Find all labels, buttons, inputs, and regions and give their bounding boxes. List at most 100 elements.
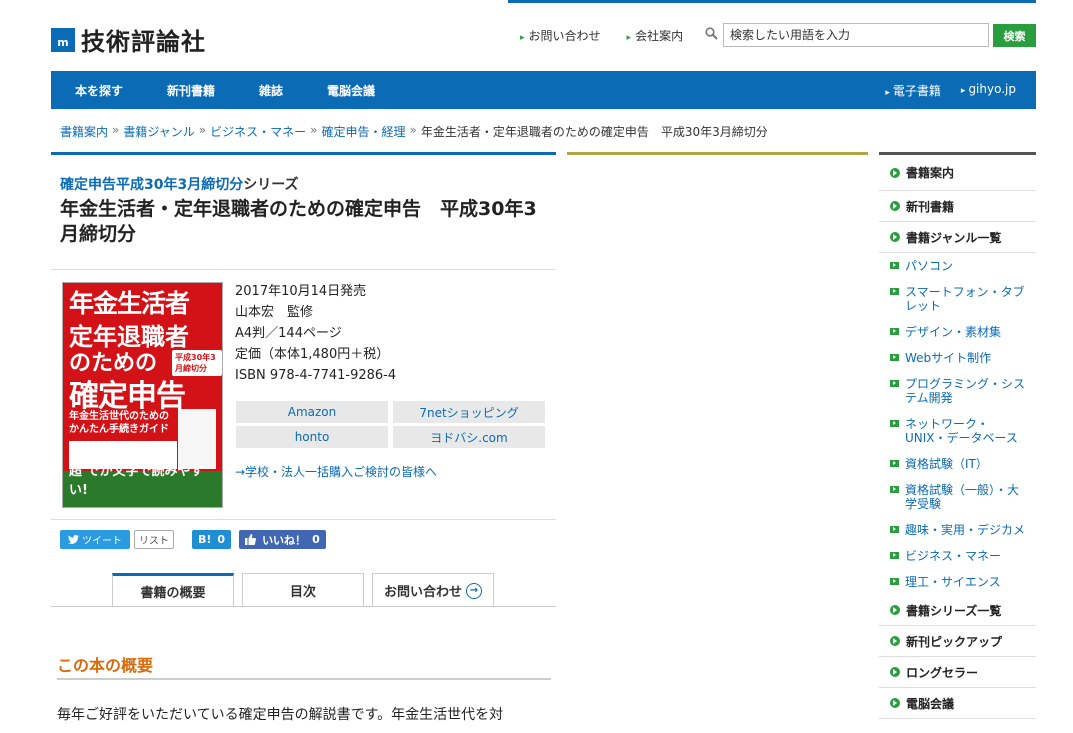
sidebar-item-label: 趣味・実用・デジカメ [905,523,1026,537]
arrow-circle-icon [890,232,900,242]
buy-yodobashi[interactable]: ヨドバシ.com [393,426,545,448]
logo-text: 技術評論社 [81,28,206,56]
sidebar-heading[interactable]: 電脳会議 [879,688,1036,719]
arrow-square-icon [890,354,899,361]
hatena-icon: B! [198,533,212,546]
arrow-square-icon [890,380,899,387]
buy-amazon[interactable]: Amazon [236,401,388,423]
nav-right: 電子書籍 gihyo.jp [885,82,1036,99]
breadcrumb: 書籍案内 » 書籍ジャンル » ビジネス・マネー » 確定申告・経理 » 年金生… [60,123,768,140]
sidebar-genre-item[interactable]: デザイン・素材集 [879,319,1036,345]
book-title: 年金生活者・定年退職者のための確定申告 平成30年3月締切分 [60,198,537,245]
sidebar-heading[interactable]: 書籍シリーズ一覧 [879,595,1036,626]
facebook-like-button[interactable]: いいね！ 0 [239,530,326,549]
sidebar-item-label: 電脳会議 [906,696,955,711]
series-suffix: シリーズ [243,177,299,193]
sidebar-heading[interactable]: 新刊書籍 [879,191,1036,222]
nav-dennou-kaigi[interactable]: 電脳会議 [303,82,395,99]
main-top-line [51,152,556,155]
tab-overview[interactable]: 書籍の概要 [112,573,234,607]
buy-7net[interactable]: 7netショッピング [393,401,545,423]
search-button[interactable]: 検索 [993,24,1036,47]
tweet-button[interactable]: ツイート [60,530,130,549]
format: A4判／144ページ [235,326,342,341]
tab-contact[interactable]: お問い合わせ → [372,573,494,607]
price: 定価（本体1,480円＋税） [235,347,390,362]
cover-line: 確定申告 [69,379,186,414]
hatena-bookmark-button[interactable]: B! 0 [192,530,232,549]
sidebar-genre-item[interactable]: 理工・サイエンス [879,569,1036,595]
divider [51,519,556,520]
search-input[interactable] [723,23,989,47]
mid-top-line [567,152,868,155]
nav-ebooks[interactable]: 電子書籍 [885,82,941,99]
book-tabs: 書籍の概要 目次 お問い合わせ → [112,573,494,607]
cover-sub-line: 年金生活世代のための [69,411,169,422]
list-button[interactable]: リスト [134,530,174,549]
sidebar-item-label: 資格試験（IT） [905,457,988,471]
top-accent-line [508,0,1036,3]
sidebar-heading[interactable]: 書籍案内 [879,155,1036,191]
sidebar-genre-item[interactable]: パソコン [879,253,1036,279]
logo-mark: m [51,27,75,52]
arrow-square-icon [890,486,899,493]
tweet-label: ツイート [82,536,122,547]
sidebar-item-label: ビジネス・マネー [905,549,1002,563]
sidebar-item-label: 新刊書籍 [906,199,955,214]
arrow-square-icon [890,552,899,559]
sidebar-heading[interactable]: 新刊ピックアップ [879,626,1036,657]
arrow-square-icon [890,578,899,585]
sidebar-item-label: 書籍シリーズ一覧 [906,603,1002,618]
breadcrumb-current: 年金生活者・定年退職者のための確定申告 平成30年3月締切分 [420,125,768,139]
arrow-square-icon [890,288,899,295]
sidebar-item-label: パソコン [905,259,954,273]
arrow-circle-icon [890,698,900,708]
sidebar-genre-item[interactable]: Webサイト制作 [879,345,1036,371]
series-link[interactable]: 確定申告平成30年3月締切分 [60,177,243,193]
arrow-circle-icon [890,605,900,615]
site-logo[interactable]: m 技術評論社 [51,22,206,57]
sidebar-heading[interactable]: ロングセラー [879,657,1036,688]
nav-new-books[interactable]: 新刊書籍 [143,82,235,99]
breadcrumb-genre[interactable]: 書籍ジャンル [123,123,194,140]
cover-sub-line: かんたん手続きガイド [69,424,169,435]
contact-link[interactable]: お問い合わせ [520,27,601,44]
breadcrumb-books[interactable]: 書籍案内 [60,123,108,140]
bulk-purchase-link[interactable]: →学校・法人一括購入ご検討の皆様へ [235,463,437,480]
breadcrumb-tax[interactable]: 確定申告・経理 [321,123,405,140]
social-buttons: ツイート リスト B! 0 いいね！ 0 [60,530,326,549]
sidebar-genre-item[interactable]: 資格試験（IT） [879,451,1036,477]
nav-gihyo[interactable]: gihyo.jp [961,82,1016,99]
overview-heading: この本の概要 [57,656,154,675]
cover-bottom-text: 超 でか文字で読みやすい! [69,464,204,498]
arrow-square-icon [890,420,899,427]
sidebar-genre-item[interactable]: ビジネス・マネー [879,543,1036,569]
breadcrumb-business[interactable]: ビジネス・マネー [210,123,306,140]
cover-line: 年金生活者 [69,289,190,318]
arrow-square-icon [890,262,899,269]
sidebar-heading[interactable]: 書籍ジャンル一覧 [879,222,1036,253]
company-link[interactable]: 会社案内 [627,27,683,44]
tab-toc[interactable]: 目次 [242,573,364,607]
sidebar-item-label: ネットワーク・UNIX・データベース [905,417,1018,445]
book-cover[interactable]: 年金生活者 定年退職者 のための 平成30年3月締切分 確定申告 年金生活世代の… [62,282,223,508]
hatena-count: 0 [217,533,226,546]
overview-text: 毎年ご好評をいただいている確定申告の解説書です。年金生活世代を対 [57,707,504,723]
book-meta: 2017年10月14日発売 山本宏 監修 A4判／144ページ 定価（本体1,4… [235,281,396,386]
arrow-right-circle-icon: → [466,582,482,599]
tabs-underline [51,606,556,607]
arrow-square-icon [890,526,899,533]
sidebar-genre-item[interactable]: 趣味・実用・デジカメ [879,517,1036,543]
sidebar-genre-item[interactable]: プログラミング・システム開発 [879,371,1036,411]
sidebar-genre-item[interactable]: スマートフォン・タブレット [879,279,1036,319]
sidebar-genre-item[interactable]: ネットワーク・UNIX・データベース [879,411,1036,451]
release-date: 2017年10月14日発売 [235,284,367,299]
nav-magazines[interactable]: 雑誌 [235,82,303,99]
breadcrumb-sep: » [310,123,318,137]
sidebar-item-label: デザイン・素材集 [905,325,1002,339]
overview-divider [57,678,551,680]
buy-honto[interactable]: honto [236,426,388,448]
nav-find-books[interactable]: 本を探す [51,82,143,99]
breadcrumb-sep: » [198,123,207,137]
sidebar-genre-item[interactable]: 資格試験（一般）・大学受験 [879,477,1036,517]
